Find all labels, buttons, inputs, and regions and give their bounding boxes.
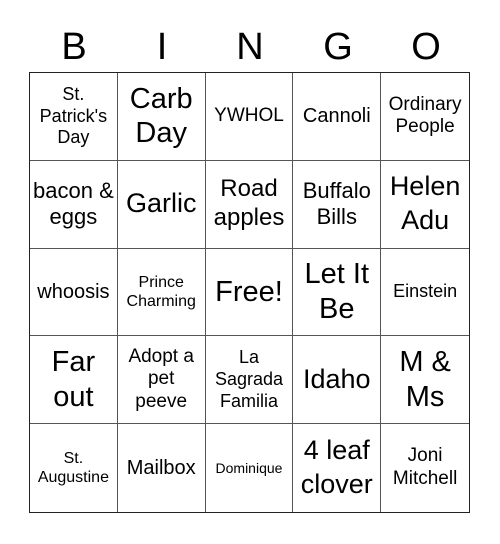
header-letter-g: G: [323, 26, 353, 68]
bingo-cell[interactable]: Helen Adu: [381, 161, 469, 249]
bingo-cell[interactable]: Prince Charming: [117, 248, 206, 337]
header-letter-n: N: [236, 26, 264, 68]
bingo-cell[interactable]: YWHOL: [205, 73, 294, 161]
bingo-cell[interactable]: Ordinary People: [381, 73, 469, 161]
bingo-cell[interactable]: Einstein: [381, 249, 469, 337]
bingo-cell[interactable]: La Sagrada Familia: [205, 336, 294, 425]
bingo-cell[interactable]: whoosis: [30, 248, 118, 337]
bingo-cell[interactable]: M & Ms: [381, 336, 469, 425]
bingo-grid: St. Patrick's Day Carb Day YWHOL Cannoli…: [29, 72, 470, 513]
bingo-cell[interactable]: Mailbox: [118, 424, 206, 512]
bingo-cell[interactable]: Road apples: [205, 160, 294, 249]
bingo-cell[interactable]: Cannoli: [293, 73, 382, 161]
bingo-cell[interactable]: Joni Mitchell: [381, 424, 469, 512]
bingo-cell[interactable]: Adopt a pet peeve: [117, 336, 206, 425]
bingo-cell[interactable]: Garlic: [117, 160, 206, 249]
bingo-cell[interactable]: Dominique: [206, 424, 294, 512]
header-letter-b: B: [61, 26, 87, 68]
bingo-cell[interactable]: St. Augustine: [30, 424, 118, 512]
bingo-cell[interactable]: Carb Day: [117, 73, 206, 161]
bingo-cell[interactable]: St. Patrick's Day: [30, 73, 118, 161]
free-space[interactable]: Free!: [205, 248, 294, 337]
bingo-cell[interactable]: Idaho: [293, 336, 382, 425]
bingo-cell[interactable]: Buffalo Bills: [293, 160, 382, 249]
bingo-cell[interactable]: bacon & eggs: [30, 160, 118, 249]
bingo-header: B I N G O: [30, 22, 470, 72]
bingo-cell[interactable]: Let It Be: [293, 248, 382, 337]
bingo-cell[interactable]: 4 leaf clover: [293, 424, 382, 512]
bingo-cell[interactable]: Far out: [30, 336, 118, 425]
header-letter-o: O: [411, 26, 441, 68]
header-letter-i: I: [156, 26, 168, 68]
